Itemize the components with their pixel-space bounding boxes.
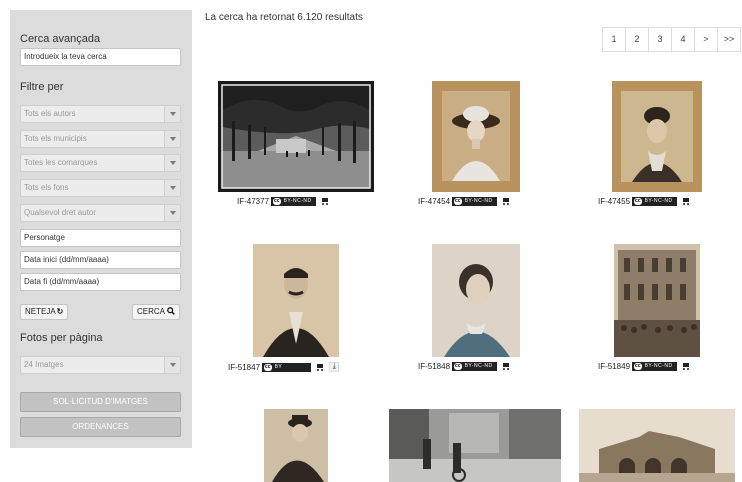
photo-thumbnail[interactable] — [253, 244, 339, 357]
person-field[interactable]: Personatge — [20, 229, 181, 247]
advanced-search-panel: Cerca avançada Introdueix la teva cerca … — [10, 10, 192, 448]
photo-id: IF-51849 — [598, 362, 631, 371]
photo-thumbnail[interactable] — [264, 409, 328, 482]
copyright-select-value: Qualsevol dret autor — [24, 208, 97, 217]
cc-license-badge[interactable]: cc BY-NC-ND — [452, 362, 497, 371]
photo-thumbnail[interactable] — [389, 409, 561, 482]
ordinances-button[interactable]: ORDENANCES — [20, 417, 181, 437]
search-input-placeholder: Introdueix la teva cerca — [24, 52, 107, 61]
photo-caption: IF-51849 cc BY-NC-ND — [598, 362, 691, 371]
cart-icon[interactable] — [316, 363, 325, 372]
photo-thumbnail[interactable] — [612, 81, 702, 192]
license-type: BY-NC-ND — [464, 363, 493, 369]
page-1-button[interactable]: 1 — [602, 27, 626, 52]
chevron-down-icon — [164, 106, 180, 122]
photo-id: IF-51847 — [228, 362, 261, 372]
chevron-down-icon — [164, 180, 180, 196]
municipality-select-value: Tots els municipis — [24, 134, 87, 143]
license-type: BY-NC-ND — [644, 198, 673, 204]
page-2-button[interactable]: 2 — [625, 27, 649, 52]
cc-icon: cc — [454, 363, 462, 370]
chevron-down-icon — [164, 155, 180, 171]
filter-heading: Filtre per — [20, 81, 64, 93]
search-icon — [166, 307, 175, 315]
photo-caption: IF-47455 cc BY-NC-ND — [598, 197, 691, 206]
cc-icon: cc — [273, 198, 281, 205]
collection-select-value: Tots els fons — [24, 183, 69, 192]
end-date-field[interactable]: Data fi (dd/mm/aaaa) — [20, 273, 181, 291]
cc-icon: cc — [264, 363, 272, 371]
cc-license-badge[interactable]: cc BY-NC-ND — [271, 197, 316, 206]
search-button[interactable]: CERCA — [132, 304, 180, 320]
cart-icon[interactable] — [321, 197, 330, 206]
person-field-label: Personatge — [24, 233, 65, 242]
pagination: 1 2 3 4 > >> — [602, 27, 741, 52]
cc-license-badge[interactable]: cc BY-NC-ND — [632, 362, 677, 371]
refresh-icon: ↻ — [56, 307, 64, 316]
photo-id: IF-47455 — [598, 197, 631, 206]
cart-icon[interactable] — [502, 362, 511, 371]
photo-id: IF-51848 — [418, 362, 451, 371]
county-select-value: Totes les comarques — [24, 158, 98, 167]
chevron-down-icon — [164, 205, 180, 221]
cc-icon: cc — [634, 198, 642, 205]
photo-thumbnail[interactable] — [432, 244, 520, 357]
cart-icon[interactable] — [682, 197, 691, 206]
chevron-down-icon — [164, 131, 180, 147]
license-type: BY-NC-ND — [283, 198, 312, 204]
photo-caption: IF-51847 cc BY ⤓ — [228, 362, 340, 372]
end-date-field-label: Data fi (dd/mm/aaaa) — [24, 277, 100, 286]
page-3-button[interactable]: 3 — [648, 27, 672, 52]
author-select[interactable]: Tots els autors — [20, 105, 181, 123]
search-input[interactable]: Introdueix la teva cerca — [20, 48, 181, 66]
cart-icon[interactable] — [682, 362, 691, 371]
per-page-select[interactable]: 24 Imatges — [20, 356, 181, 374]
photo-thumbnail[interactable] — [218, 81, 374, 192]
county-select[interactable]: Totes les comarques — [20, 154, 181, 172]
result-count: La cerca ha retornat 6.120 resultats — [205, 12, 363, 23]
license-type: BY-NC-ND — [464, 198, 493, 204]
per-page-select-value: 24 Imatges — [24, 360, 64, 369]
photo-id: IF-47377 — [237, 197, 270, 206]
cart-icon[interactable] — [502, 197, 511, 206]
photo-thumbnail[interactable] — [579, 409, 735, 482]
photo-caption: IF-51848 cc BY-NC-ND — [418, 362, 511, 371]
cc-icon: cc — [634, 363, 642, 370]
photo-thumbnail[interactable] — [614, 244, 700, 357]
photo-caption: IF-47377 cc BY-NC-ND — [237, 197, 330, 206]
chevron-down-icon — [164, 357, 180, 373]
cc-license-badge[interactable]: cc BY — [262, 362, 312, 372]
reset-button-label: NETEJA — [25, 307, 56, 316]
next-page-button[interactable]: > — [694, 27, 718, 52]
reset-button[interactable]: NETEJA↻ — [20, 304, 69, 320]
cc-icon: cc — [454, 198, 462, 205]
cc-license-badge[interactable]: cc BY-NC-ND — [452, 197, 497, 206]
start-date-field-label: Data inici (dd/mm/aaaa) — [24, 255, 109, 264]
image-request-button[interactable]: SOL·LICITUD D'IMATGES — [20, 392, 181, 412]
municipality-select[interactable]: Tots els municipis — [20, 130, 181, 148]
download-icon[interactable]: ⤓ — [329, 362, 340, 372]
collection-select[interactable]: Tots els fons — [20, 179, 181, 197]
last-page-button[interactable]: >> — [717, 27, 741, 52]
start-date-field[interactable]: Data inici (dd/mm/aaaa) — [20, 251, 181, 269]
copyright-select[interactable]: Qualsevol dret autor — [20, 204, 181, 222]
advanced-search-heading: Cerca avançada — [20, 33, 101, 45]
photo-thumbnail[interactable] — [432, 81, 520, 192]
cc-license-badge[interactable]: cc BY-NC-ND — [632, 197, 677, 206]
photo-id: IF-47454 — [418, 197, 451, 206]
photo-caption: IF-47454 cc BY-NC-ND — [418, 197, 511, 206]
search-button-label: CERCA — [137, 307, 165, 316]
license-type: BY-NC-ND — [644, 363, 673, 369]
author-select-value: Tots els autors — [24, 109, 76, 118]
page-4-button[interactable]: 4 — [671, 27, 695, 52]
license-type: BY — [274, 363, 283, 370]
per-page-heading: Fotos per pàgina — [20, 332, 103, 344]
